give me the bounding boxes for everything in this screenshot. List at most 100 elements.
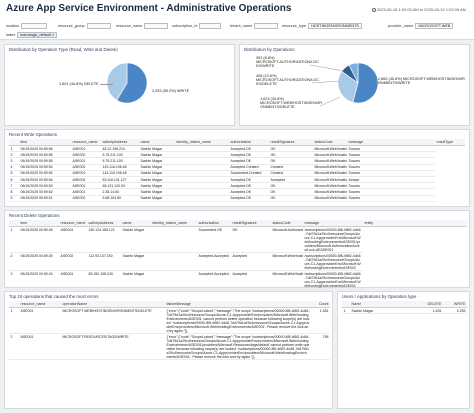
table-cell: 1,481 [311, 307, 330, 335]
table-cell: ASE002 [59, 252, 87, 272]
filter-value[interactable]: HOSTINGENVIRONMENTS [308, 22, 362, 29]
table-cell: Accepted.OK [229, 195, 269, 202]
table-cell: Sachin Magar [139, 195, 175, 202]
row-index: 2 [9, 252, 19, 272]
index-chip-label: sumologic_default [20, 32, 51, 37]
table-cell: ASE001 [19, 333, 61, 361]
filter-value[interactable] [199, 22, 222, 29]
table-row[interactable]: 1 ASE001 MICROSOFT.WEB/HOSTINGENVIRONMENTS… [9, 307, 330, 335]
table-cell: Microsoft.Authorization/locks/delete [271, 226, 303, 254]
panel-top-errors: Top 10 operations that caused the most e… [4, 291, 333, 409]
panel-title: Recent Write Operations [9, 132, 57, 137]
panel-title: Top 10 operations that caused the most e… [9, 294, 99, 299]
table-cell: MICROSOFT.RESOURCES/TAGS/WRITE [61, 333, 165, 361]
column-header[interactable]: resultType [435, 139, 465, 146]
filter-label: resource_name [116, 23, 143, 28]
filter-value[interactable] [144, 22, 169, 29]
table-cell: Accepted [231, 270, 271, 290]
panel-operations: Distribution by Operations 392 (8.8%) MI… [239, 44, 470, 126]
table-cell: 06/19/2025 00:59:26 [19, 226, 59, 254]
filter-value[interactable] [254, 22, 279, 29]
row-index: 1 [9, 226, 19, 254]
filter-subscription-id[interactable]: subscription_id [172, 22, 222, 29]
filter-label: provider_name [388, 23, 414, 28]
pie-label-locks-delete: 408 (10.6%) MICROSOFT.AUTHORIZATION/LOC … [256, 74, 320, 87]
filter-label: subscription_id [172, 23, 198, 28]
table-cell: 795 [311, 333, 330, 361]
filter-resource-type[interactable]: resource_type HOSTINGENVIRONMENTS [282, 22, 362, 29]
close-icon[interactable]: × [52, 33, 54, 37]
pie-label-hosting-delete: 1,623 (34.8%) MICROSOFT.WEB/HOSTINGENVIR… [260, 97, 323, 110]
table-cell: 65.150.108.240 [87, 270, 121, 290]
panel-recent-delete-operations: Recent Delete Operations time resource_na… [4, 210, 470, 290]
top-errors-table: resource_name operationName failureMessage… [9, 301, 330, 361]
table-cell: Microsoft.Web/hostingEnvironments/write [313, 195, 347, 202]
panel-title: Users / Applications by Operation type [342, 294, 417, 299]
filter-value[interactable] [86, 22, 111, 29]
filter-value[interactable]: MICROSOFT.WEB [415, 22, 454, 29]
filter-label: location [6, 23, 20, 28]
index-filter: Index sumologic_default × [6, 31, 58, 38]
time-range-label: 2025-06-18 1:02:05 AM to 2025-06-19 1:02… [376, 7, 466, 12]
table-cell: {"error":{"code":"ScopeLocked","message"… [165, 307, 311, 335]
pie-label-delete: 1,601 (44.8%) DELETE [59, 82, 99, 86]
table-cell: /subscriptions/00000-8f8-4f6f2-4d46-7dd7… [303, 226, 363, 254]
row-index: 1 [342, 307, 350, 315]
table-row[interactable]: 2 ASE001 MICROSOFT.RESOURCES/TAGS/WRITE {"e… [9, 333, 330, 361]
table-cell: 2,253 [443, 307, 467, 315]
filter-provider-name[interactable]: provider_name MICROSOFT.WEB [388, 22, 454, 29]
filter-resource-name[interactable]: resource_name [116, 22, 169, 29]
panel-title: Recent Delete Operations [9, 213, 60, 218]
table-cell: ASE002 [71, 195, 101, 202]
panel-operation-type: Distribution by Operation Type (Read, Wr… [4, 44, 235, 126]
table-cell: 06/19/2025 00:59:24 [19, 270, 59, 290]
filter-label: tenant_name [230, 23, 253, 28]
panel-title: Distribution by Operation Type (Read, Wr… [9, 47, 118, 52]
index-label: Index [6, 32, 16, 37]
table-cell: 112.93.137.150 [87, 252, 121, 272]
column-header[interactable]: entity [363, 220, 467, 227]
table-cell [175, 195, 229, 202]
page-title: Azure App Service Environment - Administ… [6, 3, 292, 14]
pie-label-write: 2,253 (55.2%) WRITE [152, 89, 190, 93]
filter-resource-group[interactable]: resource_group [58, 22, 111, 29]
table-cell [151, 252, 197, 272]
table-cell: Succeeded.OK [197, 226, 231, 254]
table-cell: Accepted.Accepted [197, 270, 231, 290]
table-row[interactable]: 9 06/19/2025 00:59:51 ASE002 5.68.104.89 Sac… [9, 195, 465, 202]
table-cell: OK [269, 195, 313, 202]
row-index: 3 [9, 270, 19, 290]
filter-bar: location resource_group resource_name su… [6, 22, 470, 30]
filter-tenant-name[interactable]: tenant_name [230, 22, 279, 29]
table-cell: Sachin Magar [121, 252, 151, 272]
table-cell: /subscriptions/00000-8f8-4f6f2-4d46-7dd7… [303, 270, 363, 290]
dashboard-header: Azure App Service Environment - Administ… [0, 0, 474, 40]
table-cell: Sachin Magar [121, 270, 151, 290]
delete-operations-table: time resource_name callerIpAddress name iden… [9, 220, 467, 290]
filter-location[interactable]: location [6, 22, 48, 29]
row-index: 2 [9, 333, 19, 361]
table-cell: {"error":{"code":"ScopeLocked","message"… [165, 333, 311, 361]
table-row[interactable]: 1 Sachin Magar 1,631 2,253 [342, 307, 467, 315]
write-operations-table: time resource_name callerIpAddress name iden… [9, 139, 465, 202]
table-cell: Microsoft.Web/hostingEnvironments/delete [271, 252, 303, 272]
table-cell: Microsoft.Web/hostingEnvironments/delete [271, 270, 303, 290]
clock-icon [371, 7, 376, 12]
table-cell: OK [231, 226, 271, 254]
users-table: Name DELETE WRITE 1 Sachin Magar 1,631 2,253 [342, 301, 467, 315]
filter-label: resource_type [282, 23, 307, 28]
time-range-picker[interactable]: 2025-06-18 1:02:05 AM to 2025-06-19 1:02… [371, 7, 466, 12]
filter-label: resource_group [58, 23, 85, 28]
table-row[interactable]: 2 06/19/2025 00:59:25 ASE002 112.93.137.150… [9, 252, 467, 272]
panel-title: Distribution by Operations [244, 47, 295, 52]
table-cell: Sachin Magar [121, 226, 151, 254]
filter-value[interactable] [21, 22, 48, 29]
table-cell [151, 270, 197, 290]
table-row[interactable]: 1 06/19/2025 00:59:26 ASE001 150.124.185.12… [9, 226, 467, 254]
leader-line [100, 84, 113, 85]
pie-label-locks-write: 392 (8.8%) MICROSOFT.AUTHORIZATION/LOC K… [256, 56, 320, 69]
table-cell: ASE001 [19, 307, 61, 335]
table-row[interactable]: 3 06/19/2025 00:59:24 ASE001 65.150.108.240… [9, 270, 467, 290]
index-chip[interactable]: sumologic_default × [17, 31, 58, 38]
pie-chart-operation-type [106, 62, 148, 104]
